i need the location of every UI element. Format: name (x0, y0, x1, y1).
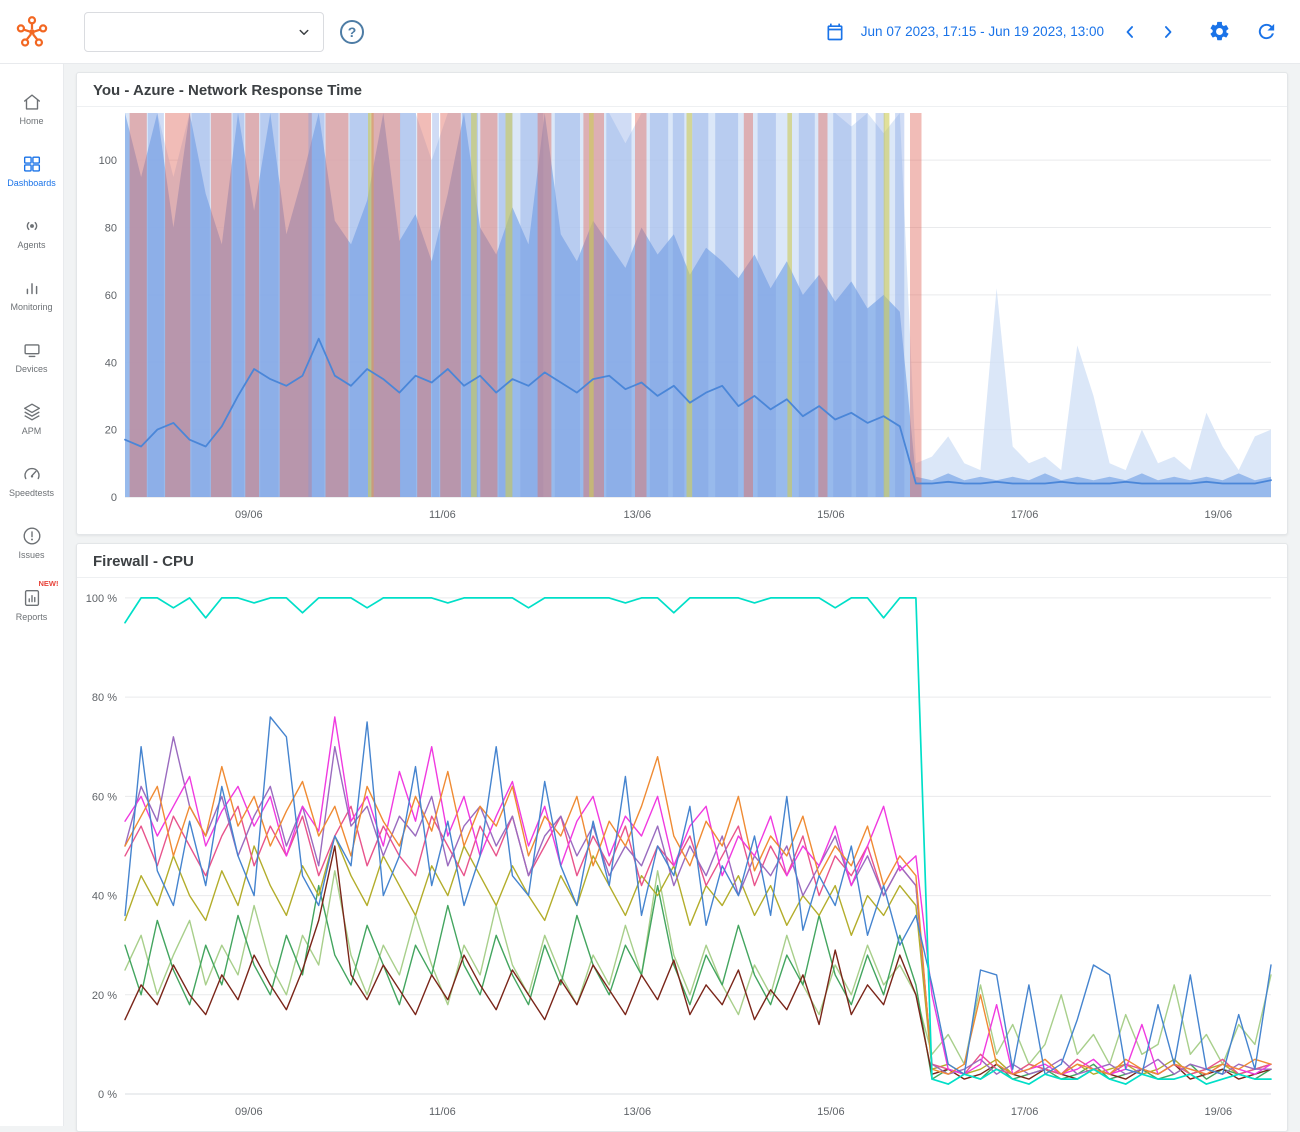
panel-network-response-time: You - Azure - Network Response Time 0 20 4… (76, 72, 1288, 535)
svg-text:15/06: 15/06 (817, 1106, 845, 1118)
speedtests-icon (21, 463, 43, 485)
settings-icon[interactable] (1206, 18, 1233, 45)
sidebar-item-issues[interactable]: Issues (0, 516, 64, 569)
dashboards-icon (21, 153, 43, 175)
svg-text:60 %: 60 % (92, 791, 117, 803)
sidebar-item-monitoring[interactable]: Monitoring (0, 268, 64, 321)
sidebar-item-label: Issues (18, 550, 44, 560)
prev-period-button[interactable] (1118, 20, 1142, 44)
svg-text:19/06: 19/06 (1205, 509, 1233, 521)
sidebar-item-label: APM (22, 426, 42, 436)
dashboard-select[interactable] (84, 12, 324, 52)
svg-text:100 %: 100 % (86, 593, 117, 605)
chart-network-response-time[interactable]: 0 20 40 60 80 100 09/06 11/06 13/06 15/06 17/06 19/… (77, 107, 1287, 527)
next-period-button[interactable] (1156, 20, 1180, 44)
top-bar: ? Jun 07 2023, 17:15 - Jun 19 2023, 13:0… (0, 0, 1300, 64)
svg-text:40: 40 (105, 357, 117, 369)
chevron-down-icon (295, 23, 313, 41)
help-icon[interactable]: ? (340, 20, 364, 44)
svg-text:80 %: 80 % (92, 692, 117, 704)
svg-text:19/06: 19/06 (1205, 1106, 1233, 1118)
sidebar-item-speedtests[interactable]: Speedtests (0, 454, 64, 507)
panel-firewall-cpu: Firewall - CPU 0 %20 %40 %60 %80 %100 %0… (76, 543, 1288, 1132)
app-logo[interactable] (0, 14, 64, 50)
agents-icon (21, 215, 43, 237)
svg-text:0 %: 0 % (98, 1089, 117, 1101)
panel-title: Firewall - CPU (77, 544, 1287, 578)
svg-text:09/06: 09/06 (235, 1106, 263, 1118)
sidebar-item-agents[interactable]: Agents (0, 206, 64, 259)
logo-icon (14, 14, 50, 50)
refresh-icon[interactable] (1253, 18, 1280, 45)
svg-text:17/06: 17/06 (1011, 1106, 1039, 1118)
svg-text:20: 20 (105, 425, 117, 437)
svg-text:11/06: 11/06 (429, 509, 456, 521)
sidebar-item-apm[interactable]: APM (0, 392, 64, 445)
sidebar-item-reports[interactable]: NEW! Reports (0, 578, 64, 631)
svg-text:09/06: 09/06 (235, 509, 263, 521)
sidebar-item-label: Agents (17, 240, 45, 250)
sidebar-item-label: Speedtests (9, 488, 54, 498)
sidebar-item-label: Dashboards (7, 178, 56, 188)
dashboard-content: You - Azure - Network Response Time 0 20 4… (64, 64, 1300, 1126)
sidebar-item-label: Reports (16, 612, 48, 622)
sidebar-item-devices[interactable]: Devices (0, 330, 64, 383)
sidebar-item-home[interactable]: Home (0, 82, 64, 135)
calendar-icon[interactable] (823, 20, 847, 44)
sidebar: Home Dashboards Agents Monitoring Device… (0, 64, 64, 1126)
apm-icon (21, 401, 43, 423)
svg-text:80: 80 (105, 223, 117, 235)
sidebar-item-label: Devices (15, 364, 47, 374)
new-badge: NEW! (39, 579, 59, 588)
sidebar-item-label: Monitoring (10, 302, 52, 312)
date-controls: Jun 07 2023, 17:15 - Jun 19 2023, 13:00 (823, 18, 1300, 45)
svg-text:100: 100 (99, 155, 117, 167)
help-label: ? (348, 24, 357, 40)
svg-text:13/06: 13/06 (624, 1106, 652, 1118)
svg-text:0: 0 (111, 492, 117, 504)
chart-firewall-cpu[interactable]: 0 % 20 % 40 % 60 % 80 % 100 % 09/06 11/06 13/06 1… (77, 578, 1287, 1124)
reports-icon (21, 587, 43, 609)
home-icon (21, 91, 43, 113)
svg-text:11/06: 11/06 (429, 1106, 456, 1118)
svg-text:15/06: 15/06 (817, 509, 845, 521)
panel-title: You - Azure - Network Response Time (77, 73, 1287, 107)
svg-text:40 %: 40 % (92, 891, 117, 903)
svg-text:20 %: 20 % (92, 990, 117, 1002)
sidebar-item-dashboards[interactable]: Dashboards (0, 144, 64, 197)
monitoring-icon (21, 277, 43, 299)
devices-icon (21, 339, 43, 361)
svg-text:60: 60 (105, 290, 117, 302)
sidebar-item-label: Home (19, 116, 43, 126)
issues-icon (21, 525, 43, 547)
svg-text:17/06: 17/06 (1011, 509, 1039, 521)
date-range[interactable]: Jun 07 2023, 17:15 - Jun 19 2023, 13:00 (861, 24, 1104, 39)
svg-text:13/06: 13/06 (624, 509, 652, 521)
